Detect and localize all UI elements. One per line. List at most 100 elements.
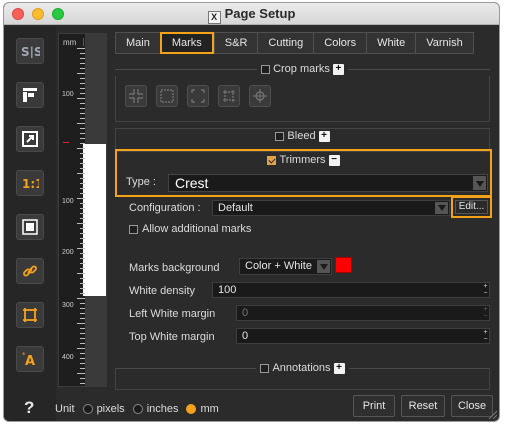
ruler-unit-label: mm xyxy=(63,38,77,47)
crop-corners-icon[interactable] xyxy=(187,85,209,107)
unit-mm-radio[interactable] xyxy=(186,404,197,414)
configuration-label-text: Configuration xyxy=(129,202,195,214)
ruler-tick xyxy=(80,83,85,84)
ruler-tick xyxy=(80,253,85,254)
trimmers-section: Trimmers − xyxy=(117,154,490,168)
ruler-tick xyxy=(80,363,85,364)
ruler-tick xyxy=(80,368,85,369)
top-white-margin-input[interactable]: 0 + − xyxy=(236,328,490,344)
marks-background-color-swatch[interactable] xyxy=(335,257,352,273)
ruler-tick xyxy=(80,308,85,309)
configuration-value: Default xyxy=(218,202,253,214)
edit-highlight: Edit... xyxy=(451,196,492,218)
ruler-tick xyxy=(80,138,85,139)
export-icon[interactable] xyxy=(16,126,44,152)
type-label-text: Type xyxy=(126,176,150,188)
white-density-value: 100 xyxy=(218,284,237,296)
ruler-tick xyxy=(80,218,85,219)
unit-selector: Unit pixels inches mm xyxy=(55,403,219,415)
chevron-down-icon[interactable] xyxy=(473,176,486,190)
tab-colors[interactable]: Colors xyxy=(313,32,367,54)
type-dropdown[interactable]: Crest xyxy=(168,174,488,192)
tab-sr[interactable]: S&R xyxy=(213,32,258,54)
ruler-tick xyxy=(80,263,85,264)
resize-grip-icon[interactable] xyxy=(487,409,497,419)
split-view-icon[interactable]: S|S xyxy=(16,38,44,64)
crop-marks-panel xyxy=(115,76,490,122)
white-density-input[interactable]: 100 + − xyxy=(212,282,490,298)
ruler-tick xyxy=(80,78,85,79)
print-button[interactable]: Print xyxy=(353,395,395,417)
tab-bar: Main Marks S&R Cutting Colors White Varn… xyxy=(115,32,474,54)
ruler-tick xyxy=(80,188,85,189)
text-annotation-icon[interactable]: A * xyxy=(16,346,44,372)
ruler-tick xyxy=(80,163,85,164)
ruler-tick xyxy=(80,103,85,104)
ruler-tick xyxy=(77,298,85,299)
fit-page-icon[interactable] xyxy=(16,214,44,240)
ruler-tick xyxy=(80,143,85,144)
marks-icon[interactable] xyxy=(16,302,44,328)
svg-text:S|S: S|S xyxy=(21,45,40,58)
top-white-margin-stepper[interactable]: + − xyxy=(482,329,489,343)
ruler-tick xyxy=(80,338,85,339)
chevron-down-icon[interactable] xyxy=(317,260,330,273)
ruler-tick xyxy=(80,158,85,159)
crop-marks-expand-button[interactable]: + xyxy=(332,63,344,75)
ruler-tick xyxy=(77,98,85,99)
bleed-expand-button[interactable]: + xyxy=(318,130,330,142)
ruler-tick xyxy=(80,268,85,269)
tab-white[interactable]: White xyxy=(366,32,416,54)
registration-mark-icon[interactable] xyxy=(249,85,271,107)
bleed-checkbox[interactable] xyxy=(275,131,285,141)
ruler-tick xyxy=(80,293,85,294)
white-density-label: White density xyxy=(129,285,196,297)
unit-pixels-radio[interactable] xyxy=(82,404,93,414)
unit-inches-radio[interactable] xyxy=(132,404,143,414)
trimmers-checkbox[interactable] xyxy=(267,155,277,165)
allow-additional-checkbox[interactable] xyxy=(129,224,138,234)
left-white-margin-value: 0 xyxy=(242,307,249,319)
left-white-margin-input[interactable]: 0 + − xyxy=(236,305,490,321)
ruler-tick xyxy=(80,128,85,129)
window-title: Page Setup xyxy=(224,6,296,21)
trimmers-collapse-button[interactable]: − xyxy=(328,154,340,166)
crop-dashed-corners-icon[interactable] xyxy=(218,85,240,107)
ruler-tick xyxy=(80,208,85,209)
crop-dotted-frame-icon[interactable] xyxy=(156,85,178,107)
page-start-marker xyxy=(63,142,69,143)
ruler-tick xyxy=(77,48,85,49)
ruler-tick xyxy=(80,133,85,134)
crop-marks-label: Crop marks xyxy=(273,63,330,75)
configuration-dropdown[interactable]: Default xyxy=(212,200,450,216)
ruler-tick xyxy=(80,318,85,319)
tab-cutting[interactable]: Cutting xyxy=(257,32,314,54)
tab-varnish[interactable]: Varnish xyxy=(415,32,474,54)
ruler-tick xyxy=(80,108,85,109)
chevron-down-icon[interactable] xyxy=(435,202,448,214)
white-density-stepper[interactable]: + − xyxy=(482,283,489,297)
actual-size-icon[interactable]: 1:1 xyxy=(16,170,44,196)
ruler-tick xyxy=(80,58,85,59)
ruler-tick xyxy=(80,183,85,184)
ruler-tick xyxy=(77,198,85,199)
tab-marks[interactable]: Marks xyxy=(159,32,214,54)
allow-additional-row: Allow additional marks xyxy=(129,223,251,235)
tab-main[interactable]: Main xyxy=(115,32,160,54)
edit-button[interactable]: Edit... xyxy=(455,200,488,214)
crop-marks-checkbox[interactable] xyxy=(261,64,271,74)
layout-icon[interactable] xyxy=(16,82,44,108)
crop-corner-inner-icon[interactable] xyxy=(125,85,147,107)
ruler-label: 100 xyxy=(62,198,74,205)
marks-background-dropdown[interactable]: Color + White xyxy=(239,258,332,275)
ruler-tick xyxy=(80,168,85,169)
left-white-margin-stepper[interactable]: + − xyxy=(482,306,489,320)
trimmers-highlight: Trimmers − Type : Crest xyxy=(115,149,492,197)
ruler-tick xyxy=(77,348,85,349)
bleed-section: Bleed + xyxy=(115,129,490,143)
reset-button[interactable]: Reset xyxy=(401,395,445,417)
ruler-tick xyxy=(80,243,85,244)
type-value: Crest xyxy=(175,175,209,191)
ruler-tick xyxy=(80,258,85,259)
link-icon[interactable] xyxy=(16,258,44,284)
